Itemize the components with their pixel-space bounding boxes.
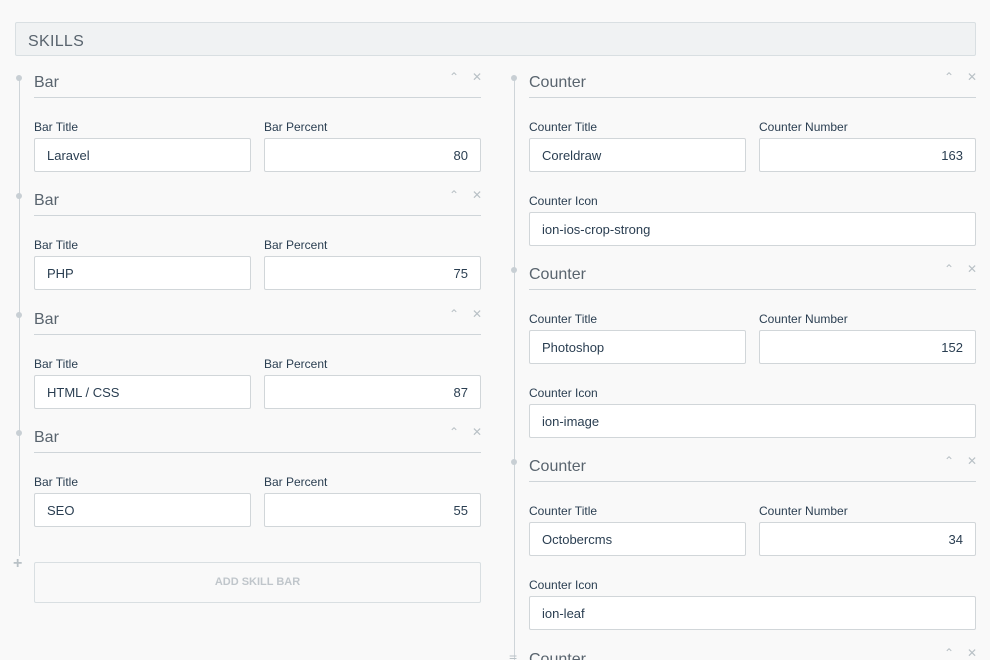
counter-icon-input[interactable]: [529, 404, 976, 438]
item-dot: [16, 75, 22, 81]
counter-icon-label: Counter Icon: [529, 386, 598, 400]
close-icon[interactable]: ✕: [472, 188, 482, 202]
counter-number-input[interactable]: [759, 522, 976, 556]
bar-percent-label: Bar Percent: [264, 357, 328, 371]
bar-item: Bar ⌃ ✕ Bar Title Bar Percent: [16, 303, 482, 421]
bar-heading: Bar: [34, 311, 59, 328]
add-skill-bar-button[interactable]: ADD SKILL BAR: [34, 562, 481, 603]
counter-title-input[interactable]: [529, 522, 746, 556]
close-icon[interactable]: ✕: [472, 70, 482, 84]
item-dot: [511, 459, 517, 465]
bar-percent-input[interactable]: [264, 138, 481, 172]
counter-icon-input[interactable]: [529, 596, 976, 630]
chevron-up-icon[interactable]: ⌃: [944, 646, 954, 660]
close-icon[interactable]: ✕: [967, 70, 977, 84]
item-dot: [16, 193, 22, 199]
bar-percent-label: Bar Percent: [264, 120, 328, 134]
counter-number-label: Counter Number: [759, 312, 848, 326]
chevron-up-icon[interactable]: ⌃: [449, 188, 459, 202]
counter-title-input[interactable]: [529, 330, 746, 364]
bar-percent-input[interactable]: [264, 375, 481, 409]
section-title: SKILLS: [28, 33, 85, 50]
close-icon[interactable]: ✕: [967, 262, 977, 276]
chevron-up-icon[interactable]: ⌃: [449, 425, 459, 439]
bar-title-input[interactable]: [34, 493, 251, 527]
section-header: SKILLS: [15, 22, 976, 56]
counter-item: Counter ⌃ ✕ Counter Title Counter Number…: [511, 450, 977, 642]
counter-icon-label: Counter Icon: [529, 578, 598, 592]
item-divider: [34, 97, 481, 98]
bar-title-input[interactable]: [34, 256, 251, 290]
bar-percent-input[interactable]: [264, 256, 481, 290]
bar-heading: Bar: [34, 74, 59, 91]
bar-title-label: Bar Title: [34, 357, 79, 371]
item-dot: [511, 75, 517, 81]
bar-title-label: Bar Title: [34, 238, 79, 252]
item-divider: [529, 481, 976, 482]
item-divider: [529, 97, 976, 98]
item-dot: [16, 312, 22, 318]
item-divider: [34, 334, 481, 335]
chevron-up-icon[interactable]: ⌃: [944, 262, 954, 276]
counter-title-input[interactable]: [529, 138, 746, 172]
bar-title-label: Bar Title: [34, 475, 79, 489]
counter-heading: Counter: [529, 458, 586, 475]
counter-heading: Counter: [529, 651, 586, 660]
close-icon[interactable]: ✕: [967, 454, 977, 468]
bar-percent-label: Bar Percent: [264, 238, 328, 252]
bar-item: Bar ⌃ ✕ Bar Title Bar Percent: [16, 66, 482, 184]
counter-title-label: Counter Title: [529, 312, 598, 326]
chevron-up-icon[interactable]: ⌃: [944, 70, 954, 84]
counter-item: Counter ⌃ ✕ Counter Title Counter Number…: [511, 66, 977, 258]
bar-heading: Bar: [34, 429, 59, 446]
drag-handle-icon[interactable]: ≡: [509, 650, 517, 660]
counter-number-input[interactable]: [759, 138, 976, 172]
counter-number-label: Counter Number: [759, 504, 848, 518]
counter-heading: Counter: [529, 74, 586, 91]
bar-percent-input[interactable]: [264, 493, 481, 527]
bar-title-input[interactable]: [34, 375, 251, 409]
counter-title-label: Counter Title: [529, 504, 598, 518]
item-divider: [34, 452, 481, 453]
bar-title-input[interactable]: [34, 138, 251, 172]
counter-heading: Counter: [529, 266, 586, 283]
plus-icon[interactable]: +: [13, 555, 22, 573]
counter-icon-input[interactable]: [529, 212, 976, 246]
bar-item: Bar ⌃ ✕ Bar Title Bar Percent: [16, 421, 482, 539]
bar-title-label: Bar Title: [34, 120, 79, 134]
close-icon[interactable]: ✕: [472, 425, 482, 439]
item-divider: [529, 289, 976, 290]
counter-number-input[interactable]: [759, 330, 976, 364]
counters-rail: [514, 76, 515, 660]
chevron-up-icon[interactable]: ⌃: [449, 307, 459, 321]
item-divider: [34, 215, 481, 216]
item-dot: [511, 267, 517, 273]
counter-number-label: Counter Number: [759, 120, 848, 134]
item-dot: [16, 430, 22, 436]
chevron-up-icon[interactable]: ⌃: [944, 454, 954, 468]
close-icon[interactable]: ✕: [472, 307, 482, 321]
counter-item: Counter ⌃ ✕ Counter Title Counter Number…: [511, 258, 977, 450]
bar-item: Bar ⌃ ✕ Bar Title Bar Percent: [16, 184, 482, 302]
bar-heading: Bar: [34, 192, 59, 209]
close-icon[interactable]: ✕: [967, 646, 977, 660]
bar-percent-label: Bar Percent: [264, 475, 328, 489]
counter-item: ≡ Counter ⌃ ✕: [509, 642, 977, 660]
counter-title-label: Counter Title: [529, 120, 598, 134]
chevron-up-icon[interactable]: ⌃: [449, 70, 459, 84]
counter-icon-label: Counter Icon: [529, 194, 598, 208]
